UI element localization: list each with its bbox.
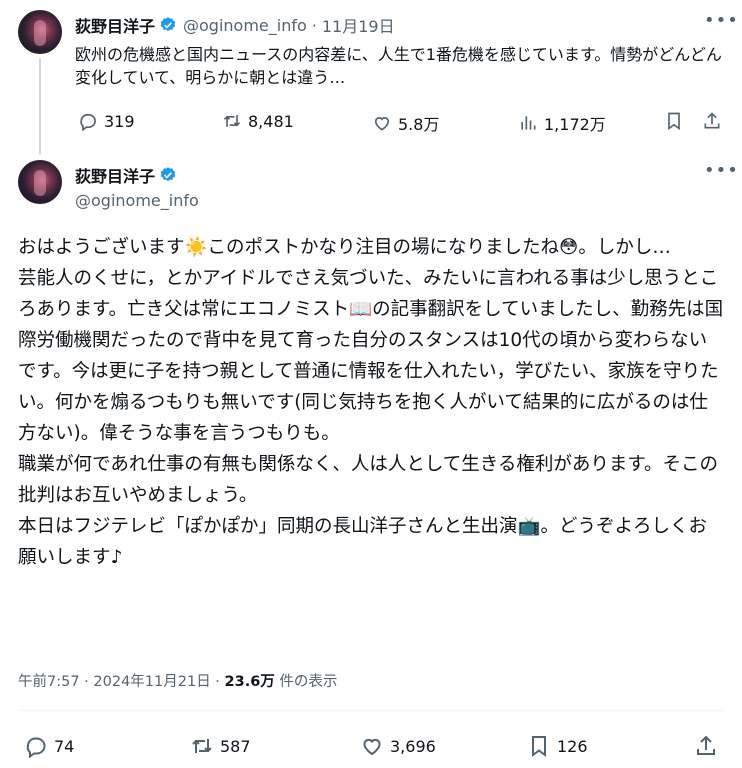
reply-count: 74 xyxy=(54,736,75,756)
share-button[interactable] xyxy=(694,734,718,758)
parent-tweet[interactable]: 荻野目洋子 @oginome_info · 11月19日 ••• 欧州の危機感と… xyxy=(0,0,742,154)
repost-count: 8,481 xyxy=(248,111,294,131)
view-count: 23.6万 xyxy=(224,674,275,690)
reply-button[interactable]: 319 xyxy=(78,111,135,131)
post-timestamp[interactable]: 午前7:57 · 2024年11月21日 · xyxy=(18,674,225,690)
like-button[interactable]: 5.8万 xyxy=(372,111,439,135)
post-date[interactable]: 11月19日 xyxy=(322,13,395,37)
bookmark-button[interactable]: 126 xyxy=(527,734,588,758)
like-icon xyxy=(363,738,381,756)
tweet-paragraph: おはようございます☀️このポストかなり注目の場になりましたね😳。しかし… xyxy=(18,237,671,258)
like-count: 5.8万 xyxy=(398,115,440,134)
avatar[interactable] xyxy=(18,160,62,204)
verified-icon xyxy=(160,167,176,182)
author-name[interactable]: 荻野目洋子 xyxy=(75,13,155,37)
repost-button[interactable]: 587 xyxy=(190,734,251,758)
reply-icon xyxy=(80,113,96,131)
bookmark-icon xyxy=(668,112,680,131)
verified-icon xyxy=(160,17,176,32)
share-icon xyxy=(697,735,715,755)
separator: · xyxy=(311,15,317,35)
bookmark-button[interactable] xyxy=(664,111,684,131)
more-icon[interactable]: ••• xyxy=(704,10,739,31)
tweet-paragraph: 本日はフジテレビ「ぽかぽか」同期の長山洋子さんと生出演📺。どうぞよろしくお願いし… xyxy=(18,516,708,568)
reply-icon xyxy=(26,737,46,758)
views-button[interactable]: 1,172万 xyxy=(518,111,606,135)
post-metadata: 午前7:57 · 2024年11月21日 · 23.6万 件の表示 xyxy=(18,670,337,691)
share-button[interactable] xyxy=(702,111,722,131)
repost-count: 587 xyxy=(220,736,251,756)
repost-button[interactable]: 8,481 xyxy=(222,111,294,131)
share-icon xyxy=(704,112,720,129)
repost-icon xyxy=(192,739,212,753)
views-count: 1,172万 xyxy=(544,115,606,134)
bookmark-icon xyxy=(532,736,546,757)
like-button[interactable]: 3,696 xyxy=(360,734,436,758)
divider xyxy=(18,710,724,711)
more-icon[interactable]: ••• xyxy=(704,160,739,181)
tweet-paragraph: 芸能人のくせに，とかアイドルでさえ気づいた、みたいに言われる事は少し思うところあ… xyxy=(18,268,724,444)
tweet-text: 欧州の危機感と国内ニュースの内容差に、人生で1番危機を感じています。情勢がどんど… xyxy=(75,45,722,87)
bookmark-count: 126 xyxy=(557,736,588,756)
tweet-paragraph: 職業が何であれ仕事の有無も関係なく、人は人として生きる権利があります。そこの批判… xyxy=(18,454,719,506)
thread-line xyxy=(39,58,41,154)
views-icon xyxy=(521,116,536,130)
avatar[interactable] xyxy=(18,10,62,54)
tweet-text: おはようございます☀️このポストかなり注目の場になりましたね😳。しかし… 芸能人… xyxy=(18,232,724,573)
reply-count: 319 xyxy=(104,111,135,131)
author-handle[interactable]: @oginome_info xyxy=(183,16,307,35)
repost-icon xyxy=(223,115,241,127)
like-icon xyxy=(374,117,390,131)
author-name[interactable]: 荻野目洋子 xyxy=(75,163,155,187)
view-label: 件の表示 xyxy=(274,674,338,690)
reply-button[interactable]: 74 xyxy=(24,734,74,758)
author-handle[interactable]: @oginome_info xyxy=(75,191,199,210)
like-count: 3,696 xyxy=(390,736,436,756)
